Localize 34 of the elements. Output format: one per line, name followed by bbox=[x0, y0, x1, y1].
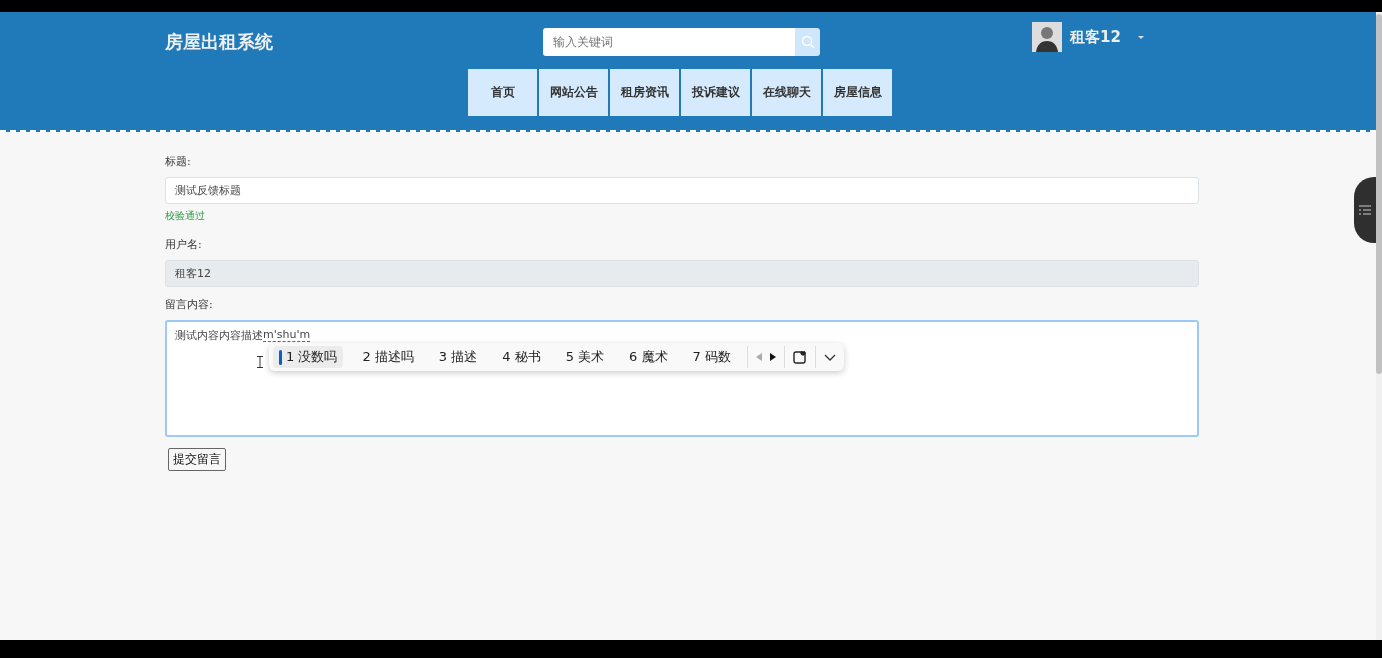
submit-button[interactable]: 提交留言 bbox=[168, 448, 226, 471]
left-triangle-icon bbox=[755, 353, 762, 361]
message-field[interactable]: 测试内容内容描述m'shu'm 1 没数吗 2 描述吗 3 描述 4 秘书 5 美术 6 魔术 7 码数 bbox=[165, 320, 1199, 437]
ime-candidate[interactable]: 4 秘书 bbox=[489, 346, 547, 368]
title-field[interactable]: 测试反馈标题 bbox=[165, 177, 1199, 204]
ime-candidate[interactable]: 5 美术 bbox=[552, 346, 611, 368]
field-label: 用户名: bbox=[165, 237, 203, 252]
side-panel-handle[interactable] bbox=[1354, 177, 1376, 243]
ime-candidate[interactable]: 6 魔术 bbox=[616, 346, 674, 368]
nav-link[interactable]: 在线聊天 bbox=[752, 69, 821, 116]
search-field[interactable]: 输入关键词 bbox=[543, 28, 795, 56]
avatar-icon[interactable] bbox=[1032, 22, 1062, 52]
ime-candidate[interactable]: 7 码数 bbox=[679, 346, 737, 368]
caret-icon[interactable] bbox=[1136, 34, 1145, 40]
list-icon bbox=[1359, 205, 1371, 215]
nav-link[interactable]: 网站公告 bbox=[539, 69, 608, 116]
chevron-down-icon bbox=[823, 353, 836, 361]
scrollbar[interactable] bbox=[1376, 12, 1382, 640]
text-cursor-icon bbox=[257, 356, 263, 368]
nav-link[interactable]: 首页 bbox=[468, 69, 537, 116]
search-icon bbox=[800, 35, 815, 49]
nav-link[interactable]: 投诉建议 bbox=[681, 69, 750, 116]
username-field: 租客12 bbox=[165, 260, 1199, 287]
nav-link[interactable]: 房屋信息 bbox=[823, 69, 892, 116]
site-title: 房屋出租系统 bbox=[165, 30, 274, 54]
right-triangle-icon bbox=[769, 353, 776, 361]
user-name[interactable]: 租客12 bbox=[1070, 27, 1121, 47]
ime-candidate[interactable]: 1 没数吗 bbox=[273, 346, 344, 368]
field-label: 留言内容: bbox=[165, 297, 214, 312]
validation-message: 校验通过 bbox=[165, 209, 206, 223]
ime-candidate[interactable]: 3 描述 bbox=[425, 346, 484, 368]
ime-candidate[interactable]: 2 描述吗 bbox=[349, 346, 420, 368]
nav-link[interactable]: 租房资讯 bbox=[610, 69, 679, 116]
field-label: 标题: bbox=[165, 154, 192, 169]
